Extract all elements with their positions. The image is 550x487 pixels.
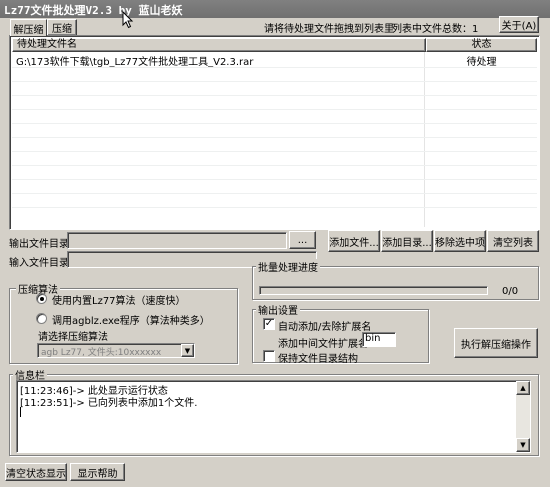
row-separator	[12, 109, 537, 110]
info-scrollbar[interactable]: ▲ ▼	[516, 381, 530, 452]
row-separator	[12, 193, 537, 194]
output-dir-label: 输出文件目录	[9, 239, 69, 250]
row-separator	[12, 151, 537, 152]
about-button[interactable]: 关于(A)	[499, 16, 539, 33]
select-algorithm-label: 请选择压缩算法	[38, 332, 108, 343]
info-log[interactable]: [11:23:46]-> 此处显示运行状态 [11:23:51]-> 已向列表中…	[16, 380, 531, 453]
remove-selected-button[interactable]: 移除选中项	[434, 230, 486, 252]
batch-progress-bar	[259, 286, 488, 295]
window-title: Lz77文件批处理V2.3 by 蓝山老妖	[4, 4, 183, 17]
file-count-label: 列表中文件总数：1	[392, 24, 479, 35]
output-settings-title: 输出设置	[256, 302, 300, 317]
column-divider	[424, 52, 425, 227]
file-list[interactable]: 待处理文件名 状态 G:\173软件下载\tgb_Lz77文件批处理工具_V2.…	[9, 35, 540, 230]
drop-hint: 请将待处理文件拖拽到列表里	[264, 24, 394, 35]
algorithm-select[interactable]: agb Lz77, 文件头:10xxxxxx ▼	[37, 343, 195, 358]
row-separator	[12, 179, 537, 180]
row-separator	[12, 165, 537, 166]
tab-decompress[interactable]: 解压缩	[10, 19, 47, 36]
window-title-bar[interactable]: Lz77文件批处理V2.3 by 蓝山老妖	[0, 0, 550, 18]
builtin-algorithm-radio[interactable]	[36, 293, 47, 304]
scroll-down-icon[interactable]: ▼	[516, 438, 530, 452]
row-separator	[12, 81, 537, 82]
output-dir-field[interactable]	[67, 232, 287, 249]
external-program-label[interactable]: 调用agblz.exe程序（算法种类多）	[52, 312, 210, 327]
row-separator	[12, 207, 537, 208]
tab-compress-label: 压缩	[52, 24, 72, 35]
algorithm-select-value: agb Lz77, 文件头:10xxxxxx	[41, 348, 162, 358]
row-separator	[12, 137, 537, 138]
extension-input[interactable]: bin	[362, 332, 396, 347]
mouse-pointer-icon	[122, 11, 134, 29]
row-separator	[12, 123, 537, 124]
list-header: 待处理文件名 状态	[12, 38, 537, 52]
text-caret	[20, 407, 21, 417]
radio-selected-dot	[40, 297, 44, 301]
show-help-button[interactable]: 显示帮助	[70, 463, 125, 481]
keep-structure-checkbox[interactable]	[263, 350, 275, 362]
tab-compress[interactable]: 压缩	[47, 19, 77, 36]
builtin-algorithm-label[interactable]: 使用内置Lz77算法（速度快）	[52, 292, 186, 307]
list-item-filename[interactable]: G:\173软件下载\tgb_Lz77文件批处理工具_V2.3.rar	[16, 53, 253, 68]
input-dir-label: 输入文件目录	[9, 258, 69, 269]
auto-extension-label[interactable]: 自动添加/去除扩展名	[278, 318, 371, 333]
row-separator	[12, 95, 537, 96]
keep-structure-label[interactable]: 保持文件目录结构	[278, 350, 358, 365]
clear-list-button[interactable]: 清空列表	[487, 230, 539, 252]
clear-status-button[interactable]: 清空状态显示	[5, 463, 67, 481]
external-program-radio[interactable]	[36, 313, 47, 324]
add-file-button[interactable]: 添加文件...	[328, 230, 380, 252]
column-header-filename[interactable]: 待处理文件名	[12, 38, 426, 52]
log-line: [11:23:51]-> 已向列表中添加1个文件.	[20, 398, 198, 409]
auto-extension-checkbox[interactable]: ✓	[263, 318, 275, 330]
chevron-down-icon[interactable]: ▼	[181, 344, 194, 357]
extension-label: 添加中间文件扩展名	[278, 339, 368, 350]
row-separator	[12, 67, 537, 68]
scroll-up-icon[interactable]: ▲	[516, 381, 530, 395]
run-decompress-button[interactable]: 执行解压缩操作	[454, 328, 538, 358]
batch-progress-count: 0/0	[502, 286, 519, 297]
checkmark-icon: ✓	[264, 318, 274, 329]
batch-progress-title: 批量处理进度	[256, 259, 320, 274]
add-directory-button[interactable]: 添加目录...	[381, 230, 433, 252]
browse-output-button[interactable]: ...	[289, 231, 316, 249]
tab-decompress-label: 解压缩	[13, 24, 44, 36]
list-item-status[interactable]: 待处理	[426, 53, 537, 68]
column-header-status[interactable]: 状态	[426, 38, 537, 52]
